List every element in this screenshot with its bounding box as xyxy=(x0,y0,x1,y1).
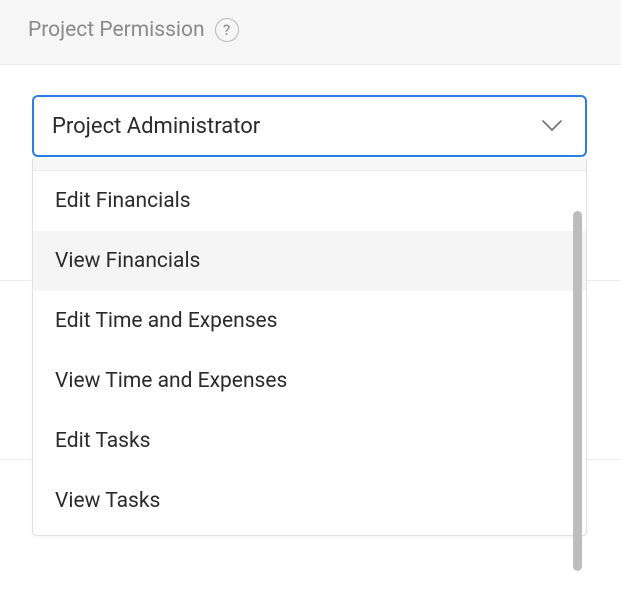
field-header: Project Permission ? xyxy=(0,0,621,65)
option-label: Edit Tasks xyxy=(55,429,150,453)
dropdown-list: Edit Financials View Financials Edit Tim… xyxy=(33,171,586,531)
chevron-down-icon xyxy=(541,115,563,137)
option-label: Edit Time and Expenses xyxy=(55,309,278,333)
option-edit-financials[interactable]: Edit Financials xyxy=(33,171,586,231)
help-icon[interactable]: ? xyxy=(215,18,239,42)
option-view-tasks[interactable]: View Tasks xyxy=(33,471,586,531)
option-view-financials[interactable]: View Financials xyxy=(33,231,586,291)
field-label-row: Project Permission ? xyxy=(28,18,239,42)
field-label-text: Project Permission xyxy=(28,18,205,42)
permission-select[interactable]: Project Administrator xyxy=(32,95,587,157)
dropdown-prev-peek xyxy=(33,159,586,171)
option-view-time-expenses[interactable]: View Time and Expenses xyxy=(33,351,586,411)
option-edit-time-expenses[interactable]: Edit Time and Expenses xyxy=(33,291,586,351)
select-value: Project Administrator xyxy=(52,114,260,139)
option-label: View Time and Expenses xyxy=(55,369,287,393)
permission-dropdown: Edit Financials View Financials Edit Tim… xyxy=(32,159,587,536)
option-label: Edit Financials xyxy=(55,189,191,213)
option-edit-tasks[interactable]: Edit Tasks xyxy=(33,411,586,471)
option-label: View Financials xyxy=(55,249,200,273)
select-container: Project Administrator Edit Financials Vi… xyxy=(0,65,621,157)
option-label: View Tasks xyxy=(55,489,160,513)
scrollbar-thumb[interactable] xyxy=(573,211,582,571)
